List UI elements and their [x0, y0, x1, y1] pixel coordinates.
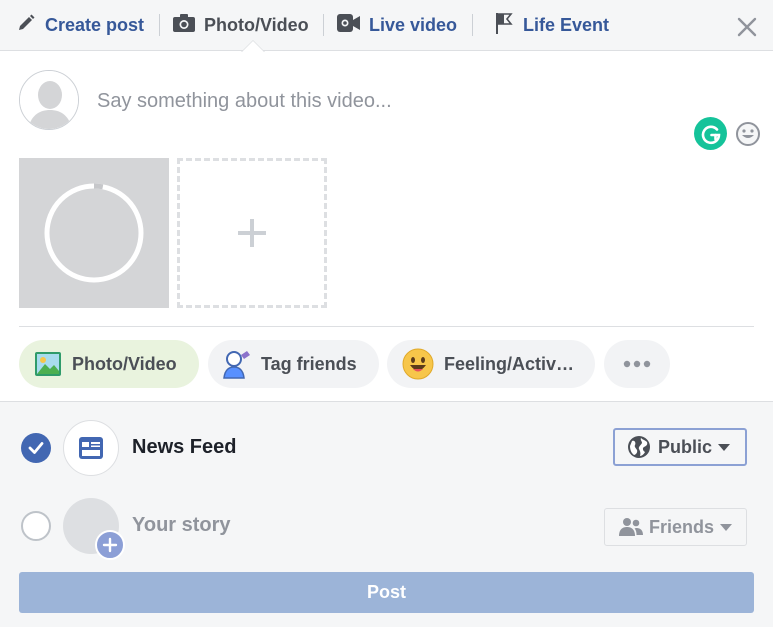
- tab-separator: [472, 14, 473, 36]
- tab-separator: [323, 14, 324, 36]
- close-icon[interactable]: [736, 16, 758, 38]
- emoji-icon[interactable]: [735, 121, 761, 147]
- add-story-icon: [95, 530, 125, 560]
- smiley-icon: [402, 348, 434, 380]
- news-feed-privacy-dropdown[interactable]: Public: [613, 428, 747, 466]
- composer-input[interactable]: [97, 86, 677, 116]
- tab-live-video[interactable]: Live video: [337, 0, 457, 51]
- chevron-down-icon: [720, 523, 733, 531]
- checkmark-icon: [28, 442, 44, 454]
- tag-friends-action[interactable]: Tag friends: [208, 340, 379, 388]
- divider: [19, 326, 754, 327]
- tab-life-event[interactable]: Life Event: [494, 0, 609, 51]
- photo-icon: [34, 350, 62, 378]
- tab-create-post[interactable]: Create post: [16, 0, 144, 51]
- plus-icon: [238, 219, 266, 247]
- friends-icon: [619, 517, 643, 537]
- your-story-checkbox[interactable]: [21, 511, 51, 541]
- tab-pointer: [242, 41, 264, 52]
- add-media-button[interactable]: [177, 158, 327, 308]
- upload-progress-ring: [44, 183, 144, 283]
- post-button[interactable]: Post: [19, 572, 754, 613]
- action-label: Tag friends: [261, 353, 357, 374]
- chevron-down-icon: [718, 443, 731, 451]
- privacy-label: Friends: [649, 516, 715, 537]
- more-icon: [623, 360, 651, 368]
- feeling-activity-action[interactable]: Feeling/Activ…: [387, 340, 595, 388]
- composer-header: Create post Photo/Video Live video Life …: [0, 0, 773, 51]
- camera-icon: [173, 14, 195, 37]
- tab-label: Create post: [45, 15, 145, 35]
- video-camera-icon: [337, 14, 360, 37]
- flag-icon: [494, 12, 514, 39]
- news-feed-checkbox[interactable]: [21, 433, 51, 463]
- tab-label: Photo/Video: [204, 15, 309, 35]
- news-feed-icon: [63, 420, 119, 476]
- action-label: Feeling/Activ…: [444, 353, 575, 374]
- tab-separator: [159, 14, 160, 36]
- avatar: [19, 70, 79, 130]
- tag-friends-icon: [223, 349, 251, 379]
- globe-icon: [627, 435, 651, 459]
- pencil-icon: [16, 13, 36, 38]
- photo-video-action[interactable]: Photo/Video: [19, 340, 199, 388]
- privacy-label: Public: [658, 436, 713, 457]
- action-label: Photo/Video: [72, 353, 177, 374]
- grammarly-icon[interactable]: [694, 117, 727, 150]
- video-thumbnail: [19, 158, 169, 308]
- tab-label: Life Event: [523, 15, 610, 35]
- user-silhouette-icon: [20, 71, 78, 129]
- news-feed-label: News Feed: [132, 436, 237, 458]
- tab-label: Live video: [369, 15, 458, 35]
- more-options-button[interactable]: [604, 340, 670, 388]
- your-story-label: Your story: [132, 514, 231, 536]
- your-story-privacy-dropdown[interactable]: Friends: [604, 508, 747, 546]
